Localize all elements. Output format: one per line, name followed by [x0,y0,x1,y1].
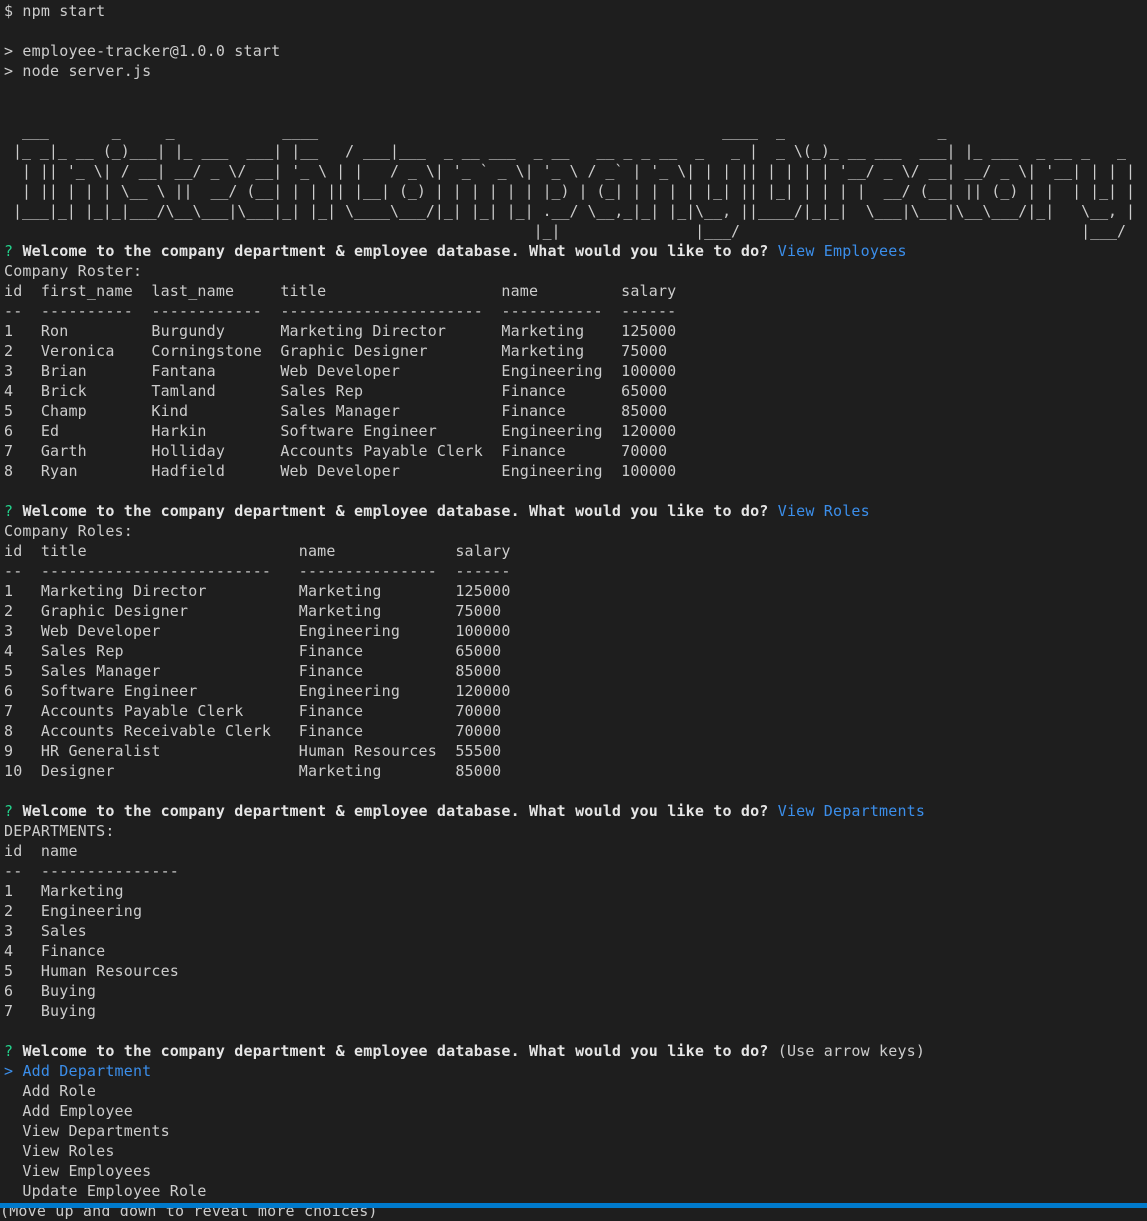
table-row: 4 Sales Rep Finance 65000 [4,642,502,660]
question-mark: ? [4,802,14,820]
table-row: 5 Human Resources [4,962,180,980]
menu-option-add-employee[interactable]: Add Employee [4,1101,1147,1121]
prompt-line: ? Welcome to the company department & em… [4,241,1147,261]
menu-option-label: Add Department [22,1062,152,1080]
table-caption: Company Roles: [4,522,133,540]
table-row: 4 Finance [4,942,106,960]
banner-line: |_ _|_ __ (_)___| |_ ___ ___| |__ / ___|… [4,142,1135,160]
table-row: 7 Buying [4,1002,97,1020]
npm-script-line: > employee-tracker@1.0.0 start [4,42,281,60]
menu-option-label: View Employees [22,1162,152,1180]
table-row: 2 Veronica Corningstone Graphic Designer… [4,342,668,360]
table-separator: -- ---------- ------------ -------------… [4,302,677,320]
table-header: id first_name last_name title name salar… [4,282,677,300]
table-header: id name [4,842,78,860]
prompt-answer: View Employees [777,242,907,260]
table-separator: -- ------------------------- -----------… [4,562,511,580]
prompt-line: ? Welcome to the company department & em… [4,1041,1147,1061]
command-line: $ npm start [4,2,106,20]
banner-line: ___ _ _ ____ ____ _ _ [4,122,1118,140]
table-row: 4 Brick Tamland Sales Rep Finance 65000 [4,382,668,400]
table-row: 6 Software Engineer Engineering 120000 [4,682,511,700]
table-row: 8 Accounts Receivable Clerk Finance 7000… [4,722,502,740]
table-header: id title name salary [4,542,511,560]
status-bar [0,1203,1147,1208]
table-row: 9 HR Generalist Human Resources 55500 [4,742,502,760]
prompt-line: ? Welcome to the company department & em… [4,501,1147,521]
table-caption: Company Roster: [4,262,143,280]
table-row: 2 Engineering [4,902,143,920]
table-row: 8 Ryan Hadfield Web Developer Engineerin… [4,462,677,480]
table-row: 6 Ed Harkin Software Engineer Engineerin… [4,422,677,440]
menu-option-label: View Roles [22,1142,115,1160]
ascii-banner: ___ _ _ ____ ____ _ _ |_ _|_ __ (_)___| … [4,121,1147,241]
npm-script-line: > node server.js [4,62,152,80]
table-row: 7 Garth Holliday Accounts Payable Clerk … [4,442,668,460]
banner-line: |___|_| |_|_|___/\__\___|\___|_| |_| \__… [4,202,1135,220]
banner-line: | || '_ \| / __| __/ _ \/ __| '_ \ | | /… [4,162,1135,180]
question-mark: ? [4,502,14,520]
banner-line: |_| |___/ |___/ [4,222,1135,240]
menu-option-view-roles[interactable]: View Roles [4,1141,1147,1161]
prompt-answer: View Roles [777,502,870,520]
selection-pointer-icon: > [4,1062,14,1080]
menu-option-add-role[interactable]: Add Role [4,1081,1147,1101]
table-row: 5 Sales Manager Finance 85000 [4,662,502,680]
table-row: 1 Ron Burgundy Marketing Director Market… [4,322,677,340]
terminal-output: $ npm start > employee-tracker@1.0.0 sta… [0,1,1147,1221]
question-mark: ? [4,1042,14,1060]
table-row: 2 Graphic Designer Marketing 75000 [4,602,502,620]
table-row: 1 Marketing Director Marketing 125000 [4,582,511,600]
table-row: 3 Sales [4,922,87,940]
menu-option-label: Update Employee Role [22,1182,207,1200]
prompt-answer: View Departments [777,802,926,820]
menu-option-view-employees[interactable]: View Employees [4,1161,1147,1181]
menu-option-add-department[interactable]: > Add Department [4,1061,1147,1081]
prompt-question: Welcome to the company department & empl… [22,1042,769,1060]
table-separator: -- --------------- [4,862,180,880]
prompt-question: Welcome to the company department & empl… [22,802,769,820]
menu-option-label: View Departments [22,1122,170,1140]
menu-option-label: Add Role [22,1082,97,1100]
table-row: 10 Designer Marketing 85000 [4,762,502,780]
prompt-hint: (Use arrow keys) [777,1042,926,1060]
table-row: 3 Brian Fantana Web Developer Engineerin… [4,362,677,380]
prompt-line: ? Welcome to the company department & em… [4,801,1147,821]
table-row: 3 Web Developer Engineering 100000 [4,622,511,640]
menu-option-view-departments[interactable]: View Departments [4,1121,1147,1141]
banner-line: | || | | | \__ \ || __/ (__| | | || |__|… [4,182,1135,200]
table-caption: DEPARTMENTS: [4,822,115,840]
prompt-question: Welcome to the company department & empl… [22,502,769,520]
question-mark: ? [4,242,14,260]
prompt-question: Welcome to the company department & empl… [22,242,769,260]
menu-option-label: Add Employee [22,1102,133,1120]
table-row: 1 Marketing [4,882,124,900]
table-row: 7 Accounts Payable Clerk Finance 70000 [4,702,502,720]
table-row: 5 Champ Kind Sales Manager Finance 85000 [4,402,668,420]
menu-option-update-employee-role[interactable]: Update Employee Role [4,1181,1147,1201]
table-row: 6 Buying [4,982,97,1000]
